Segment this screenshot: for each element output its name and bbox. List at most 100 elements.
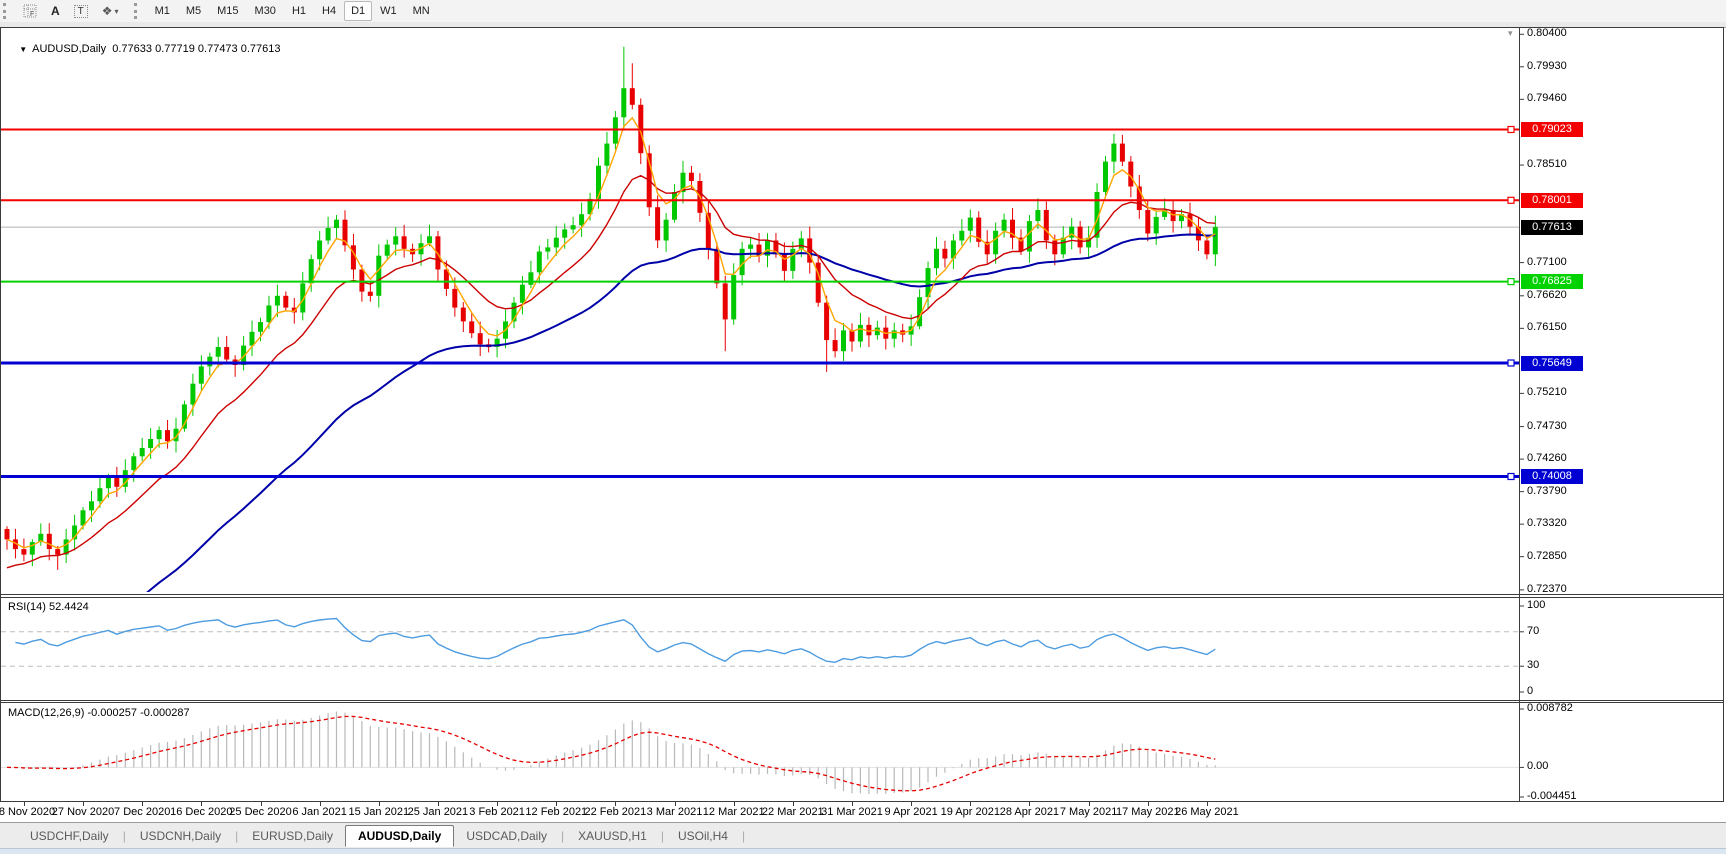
candle-body: [1002, 220, 1007, 231]
date-label: 31 Mar 2021: [821, 806, 883, 818]
line-handle[interactable]: [1508, 197, 1514, 203]
status-bar: [0, 848, 1726, 854]
current-price-badge: 0.77613: [1521, 220, 1583, 235]
price-level-badge: 0.79023: [1521, 122, 1583, 137]
candle-body: [275, 296, 280, 306]
candle-body: [689, 173, 694, 181]
macd-axis-label: 0.008782: [1527, 702, 1573, 714]
candle-body: [216, 347, 221, 357]
tab-audusd[interactable]: AUDUSD,Daily: [345, 825, 454, 847]
candle-body: [385, 245, 390, 256]
candle-body: [858, 325, 863, 342]
tab-usdchf[interactable]: USDCHF,Daily: [18, 826, 121, 846]
candle-body: [934, 249, 939, 268]
candle-body: [723, 283, 728, 319]
candle-body: [1154, 217, 1159, 234]
price-axis-label: 0.76620: [1527, 289, 1567, 301]
candle-body: [833, 340, 838, 351]
date-label: 27 Nov 2020: [52, 806, 114, 818]
candle-body: [604, 144, 609, 166]
chart-canvas: [0, 0, 1726, 854]
price-level-badge: 0.78001: [1521, 193, 1583, 208]
candle-body: [875, 328, 880, 336]
price-axis-label: 0.73790: [1527, 485, 1567, 497]
candle-body: [55, 549, 60, 555]
line-handle[interactable]: [1508, 279, 1514, 285]
candle-body: [748, 245, 753, 249]
date-label: 28 Apr 2021: [1000, 806, 1059, 818]
price-axis-label: 0.73320: [1527, 517, 1567, 529]
date-label: 9 Apr 2021: [884, 806, 937, 818]
candle-body: [554, 238, 559, 248]
line-handle[interactable]: [1508, 474, 1514, 480]
date-label: 25 Dec 2020: [229, 806, 291, 818]
price-axis-label: 0.78510: [1527, 158, 1567, 170]
candle-body: [351, 245, 356, 269]
candle-body: [579, 214, 584, 225]
line-handle[interactable]: [1508, 127, 1514, 133]
date-label: 3 Feb 2021: [469, 806, 525, 818]
candle-body: [1044, 210, 1049, 240]
tab-eurusd[interactable]: EURUSD,Daily: [240, 826, 345, 846]
candle-body: [621, 88, 626, 117]
tab-xauusd[interactable]: XAUUSD,H1: [566, 826, 659, 846]
tab-usdcad[interactable]: USDCAD,Daily: [454, 826, 559, 846]
chart-title: ▼AUDUSD,Daily 0.77633 0.77719 0.77473 0.…: [7, 31, 281, 67]
price-axis-label: 0.72370: [1527, 583, 1567, 595]
candle-body: [1035, 210, 1040, 221]
tab-separator: |: [740, 829, 747, 843]
candle-body: [562, 229, 567, 237]
macd-indicator-label: MACD(12,26,9) -0.000257 -0.000287: [8, 707, 190, 719]
candle-body: [469, 321, 474, 333]
candle-body: [1078, 227, 1083, 248]
candle-body: [968, 218, 973, 231]
candle-body: [850, 330, 855, 341]
candle-body: [148, 439, 153, 448]
candle-body: [199, 366, 204, 383]
macd-signal-line: [7, 716, 1215, 790]
triangle-down-icon: ▼: [19, 45, 27, 54]
chart-shift-marker-icon[interactable]: ▾: [1508, 28, 1513, 39]
tab-usdcnh[interactable]: USDCNH,Daily: [128, 826, 233, 846]
price-axis-label: 0.72850: [1527, 550, 1567, 562]
macd-axis-label: 0.00: [1527, 760, 1548, 772]
candle-body: [528, 272, 533, 285]
tab-usoil[interactable]: USOil,H4: [666, 826, 740, 846]
date-label: 7 May 2021: [1060, 806, 1117, 818]
ohlc-high: 0.77719: [155, 43, 195, 55]
candle-body: [376, 256, 381, 296]
candle-body: [461, 308, 466, 322]
candle-body: [478, 333, 483, 344]
candle-body: [140, 448, 145, 456]
candle-body: [630, 88, 635, 105]
rsi-indicator-label: RSI(14) 52.4424: [8, 601, 89, 613]
date-label: 19 Apr 2021: [941, 806, 1000, 818]
tab-separator: |: [659, 829, 666, 843]
candle-body: [89, 501, 94, 510]
candle-body: [21, 549, 26, 555]
candle-body: [1204, 241, 1209, 255]
candle-body: [266, 306, 271, 323]
ohlc-low: 0.77473: [198, 43, 238, 55]
date-label: 25 Jan 2021: [408, 806, 469, 818]
candle-body: [1103, 162, 1108, 192]
tab-separator: |: [233, 829, 240, 843]
chart-symbol-label: AUDUSD,Daily: [32, 43, 106, 55]
date-label: 16 Dec 2020: [170, 806, 232, 818]
candle-body: [520, 285, 525, 303]
price-level-badge: 0.74008: [1521, 469, 1583, 484]
date-label: 15 Jan 2021: [349, 806, 410, 818]
rsi-axis-label: 70: [1527, 625, 1539, 637]
candle-body: [106, 477, 111, 488]
candle-body: [131, 456, 136, 470]
candle-body: [1213, 227, 1218, 254]
macd-histogram: [7, 712, 1215, 795]
candle-body: [427, 236, 432, 243]
candle-body: [368, 292, 373, 296]
candle-body: [824, 303, 829, 340]
date-label: 12 Feb 2021: [525, 806, 587, 818]
candle-body: [5, 529, 10, 539]
line-handle[interactable]: [1508, 360, 1514, 366]
candles-layer: [5, 47, 1218, 570]
candle-body: [224, 347, 229, 360]
